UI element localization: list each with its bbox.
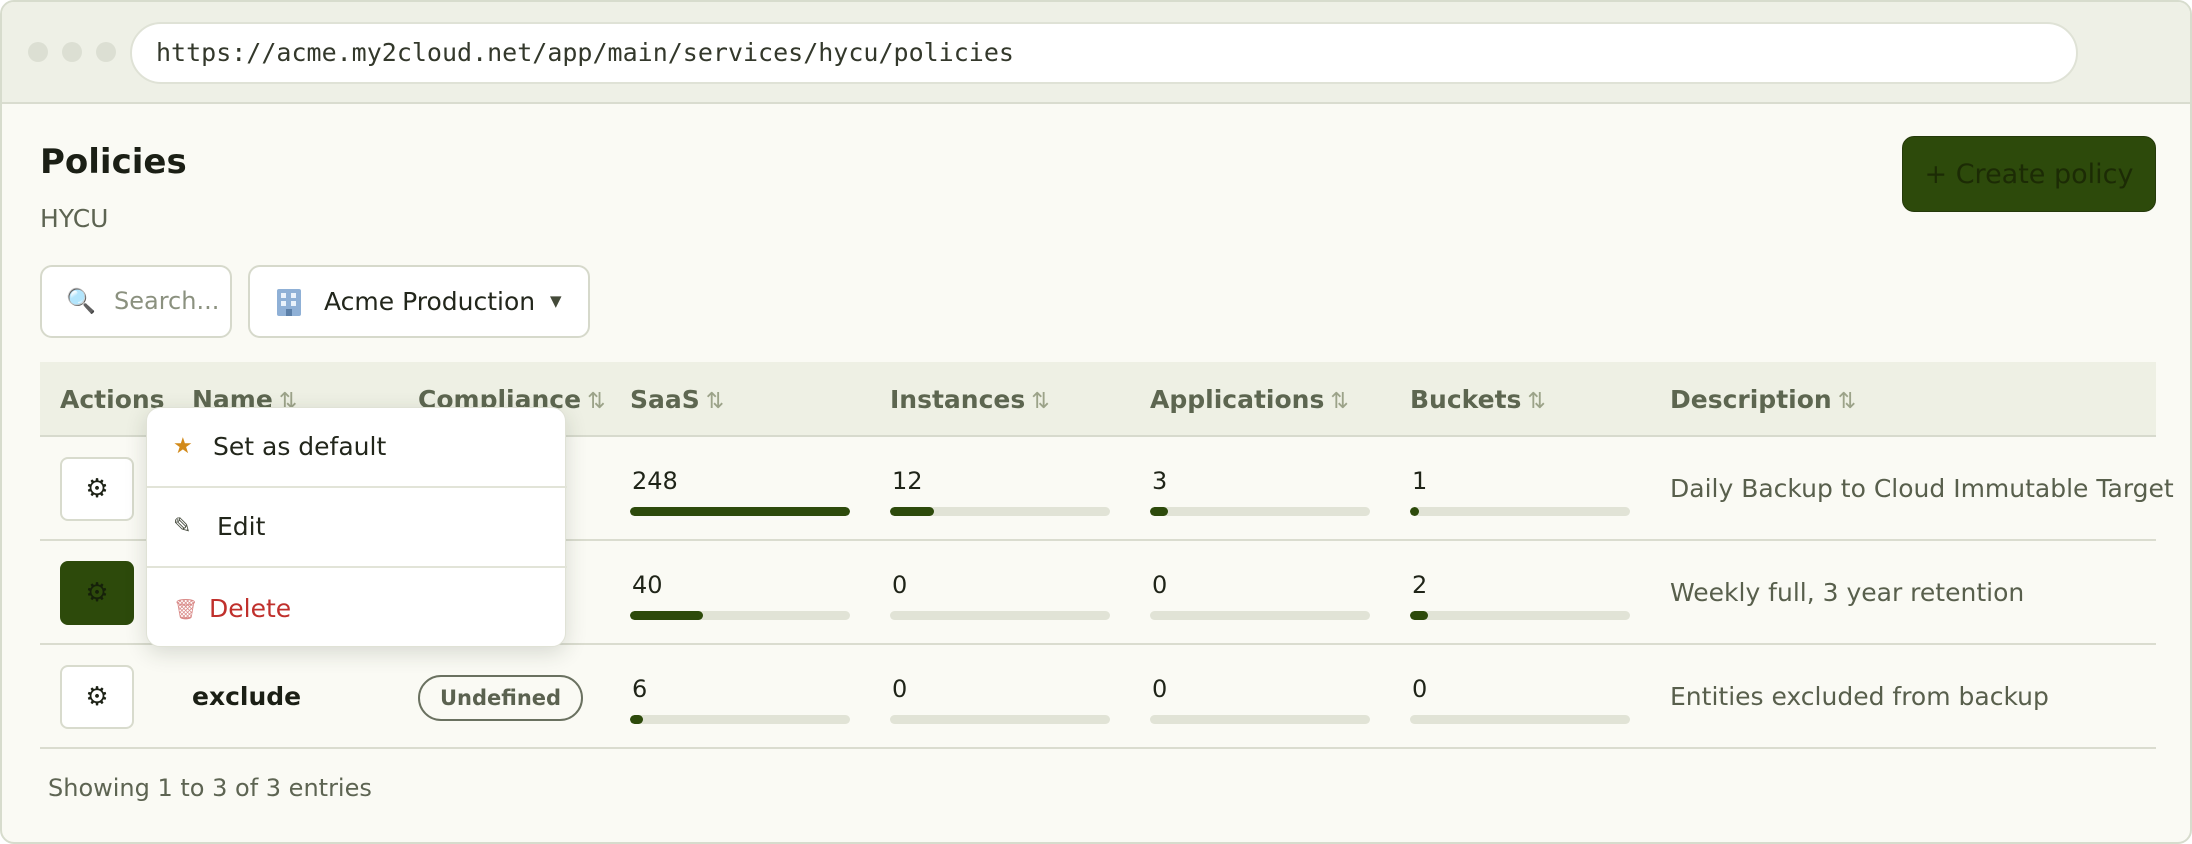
menu-item-set-default[interactable]: ★ Set as default	[147, 408, 567, 486]
instances-progress-bar	[890, 715, 1110, 724]
menu-item-delete[interactable]: 🗑 Delete	[147, 570, 567, 648]
trash-icon: 🗑	[173, 597, 199, 621]
organization-value: Acme Production	[324, 287, 536, 316]
column-header-saas[interactable]: SaaS ⇅	[630, 362, 724, 437]
applications-progress-bar	[1150, 611, 1370, 620]
buckets-count: 0	[1412, 675, 1428, 703]
policy-description: Daily Backup to Cloud Immutable Target	[1670, 474, 2174, 503]
star-icon: ★	[173, 434, 193, 459]
instances-count: 0	[892, 675, 908, 703]
saas-count: 40	[632, 571, 663, 599]
saas-progress-fill	[630, 715, 644, 724]
applications-progress-bar	[1150, 507, 1370, 516]
instances-progress-bar	[890, 507, 1110, 516]
column-header-applications[interactable]: Applications ⇅	[1150, 362, 1349, 437]
column-header-description[interactable]: Description ⇅	[1670, 362, 1856, 437]
applications-count: 0	[1152, 675, 1168, 703]
menu-item-label: Delete	[209, 594, 292, 623]
buckets-count: 2	[1412, 571, 1428, 599]
window-close-dot[interactable]	[28, 42, 48, 62]
applications-count: 0	[1152, 571, 1168, 599]
sort-icon[interactable]: ⇅	[706, 389, 724, 414]
address-bar[interactable]: https://acme.my2cloud.net/app/main/servi…	[130, 22, 2078, 84]
column-header-label: Applications	[1150, 385, 1325, 414]
column-header-label: Instances	[890, 385, 1026, 414]
saas-progress-bar	[630, 611, 850, 620]
search-icon: 🔍	[66, 287, 96, 315]
menu-item-label: Set as default	[213, 432, 387, 461]
menu-divider	[147, 566, 567, 568]
policy-description: Weekly full, 3 year retention	[1670, 578, 2025, 607]
sort-icon[interactable]: ⇅	[587, 389, 605, 414]
search-placeholder: Search...	[114, 287, 220, 315]
saas-progress-bar	[630, 715, 850, 724]
instances-progress-fill	[890, 507, 934, 516]
sort-icon[interactable]: ⇅	[1031, 389, 1049, 414]
pencil-icon: ✎	[173, 514, 192, 539]
menu-item-label: Edit	[217, 512, 266, 541]
instances-progress-bar	[890, 611, 1110, 620]
buckets-progress-bar	[1410, 611, 1630, 620]
applications-progress-fill	[1150, 507, 1168, 516]
buckets-count: 1	[1412, 467, 1428, 495]
page-subtitle: HYCU	[40, 204, 109, 233]
policy-description: Entities excluded from backup	[1670, 682, 2049, 711]
buckets-progress-bar	[1410, 715, 1630, 724]
browser-window: https://acme.my2cloud.net/app/main/servi…	[0, 0, 2192, 844]
saas-count: 6	[632, 675, 648, 703]
instances-count: 12	[892, 467, 923, 495]
sort-icon[interactable]: ⇅	[1330, 389, 1348, 414]
column-header-label: Buckets	[1410, 385, 1522, 414]
column-header-buckets[interactable]: Buckets ⇅	[1410, 362, 1546, 437]
column-header-label: SaaS	[630, 385, 700, 414]
table-footer: Showing 1 to 3 of 3 entries	[48, 774, 372, 802]
gear-icon[interactable]: ⚙	[60, 665, 134, 729]
sort-icon[interactable]: ⇅	[1527, 389, 1545, 414]
saas-progress-fill	[630, 507, 850, 516]
gear-icon[interactable]: ⚙	[60, 457, 134, 521]
applications-count: 3	[1152, 467, 1168, 495]
search-input[interactable]: 🔍 Search...	[40, 265, 232, 338]
column-header-instances[interactable]: Instances ⇅	[890, 362, 1050, 437]
create-policy-button[interactable]: + Create policy	[1902, 136, 2156, 212]
applications-progress-bar	[1150, 715, 1370, 724]
window-maximize-dot[interactable]	[96, 42, 116, 62]
buckets-progress-fill	[1410, 611, 1428, 620]
policy-name[interactable]: exclude	[192, 645, 301, 749]
buckets-progress-bar	[1410, 507, 1630, 516]
organization-select[interactable]: Acme Production ▼	[248, 265, 590, 338]
compliance-badge: Undefined	[418, 675, 584, 721]
instances-count: 0	[892, 571, 908, 599]
chevron-down-icon: ▼	[550, 292, 562, 310]
page-title: Policies	[40, 142, 187, 182]
gear-icon[interactable]: ⚙	[60, 561, 134, 625]
sort-icon[interactable]: ⇅	[1838, 389, 1856, 414]
menu-item-edit[interactable]: ✎ Edit	[147, 488, 567, 566]
building-icon	[277, 289, 301, 316]
window-minimize-dot[interactable]	[62, 42, 82, 62]
browser-titlebar: https://acme.my2cloud.net/app/main/servi…	[2, 2, 2190, 104]
buckets-progress-fill	[1410, 507, 1419, 516]
table-row: ⚙ exclude Undefined 6 0 0 0 Entities excluded f…	[40, 645, 2156, 749]
saas-progress-fill	[630, 611, 703, 620]
saas-count: 248	[632, 467, 678, 495]
column-header-label: Description	[1670, 385, 1832, 414]
saas-progress-bar	[630, 507, 850, 516]
row-actions-menu: ★ Set as default ✎ Edit 🗑 Delete	[146, 407, 567, 648]
